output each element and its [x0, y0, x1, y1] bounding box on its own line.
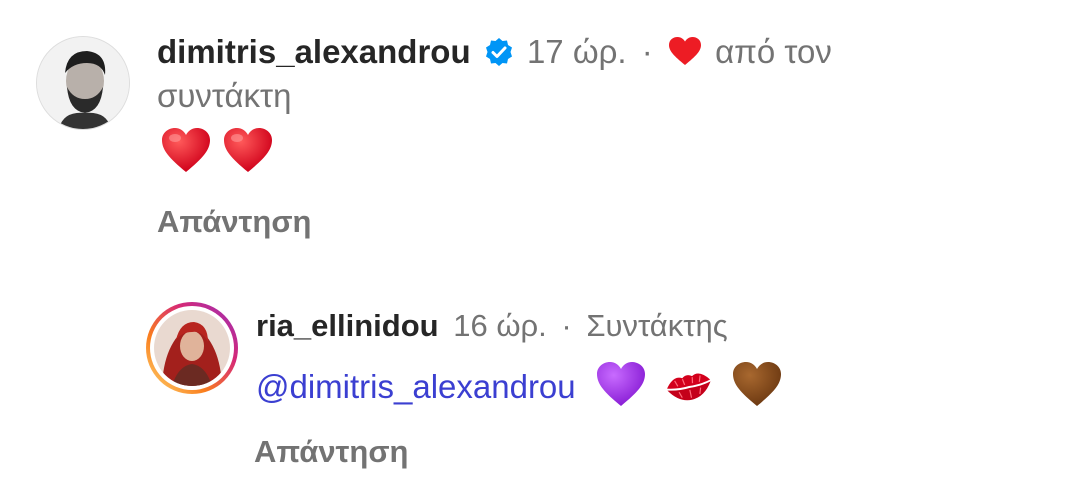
red-heart-emoji-icon [222, 126, 274, 179]
username[interactable]: dimitris_alexandrou [157, 33, 471, 70]
avatar[interactable] [36, 36, 130, 130]
mention-link[interactable]: @dimitris_alexandrou [256, 368, 576, 405]
liked-by-creator-text: από τον [715, 33, 832, 70]
red-heart-icon [668, 35, 702, 75]
comment-time: 16 ώρ. [453, 308, 547, 343]
comment-dimitris: dimitris_alexandrou 17 ώρ. · από τον συν… [0, 0, 1066, 260]
profile-photo-icon [154, 310, 230, 386]
separator: · [641, 33, 653, 70]
brown-heart-emoji-icon [731, 360, 783, 422]
separator: · [561, 308, 572, 343]
comment-body: @dimitris_alexandrou [256, 360, 783, 422]
username[interactable]: ria_ellinidou [256, 308, 439, 343]
reply-button[interactable]: Απάντηση [254, 434, 408, 470]
comment-header: ria_ellinidou 16 ώρ. · Συντάκτης [256, 306, 728, 346]
liked-by-creator-text-cont: συντάκτη [157, 77, 292, 114]
story-ring[interactable] [146, 302, 238, 394]
verified-badge-icon [484, 36, 514, 76]
purple-heart-emoji-icon [595, 360, 647, 422]
profile-photo-icon [37, 37, 129, 129]
avatar [154, 310, 230, 386]
comment-ria: ria_ellinidou 16 ώρ. · Συντάκτης @dimitr… [0, 260, 1066, 501]
comment-time: 17 ώρ. [526, 33, 627, 70]
reply-button[interactable]: Απάντηση [157, 204, 311, 240]
creator-label: Συντάκτης [586, 308, 728, 343]
kiss-mark-emoji-icon [664, 368, 714, 418]
red-heart-emoji-icon [160, 126, 212, 179]
comment-body [160, 126, 274, 179]
comment-header: dimitris_alexandrou 17 ώρ. · από τον [157, 32, 832, 76]
